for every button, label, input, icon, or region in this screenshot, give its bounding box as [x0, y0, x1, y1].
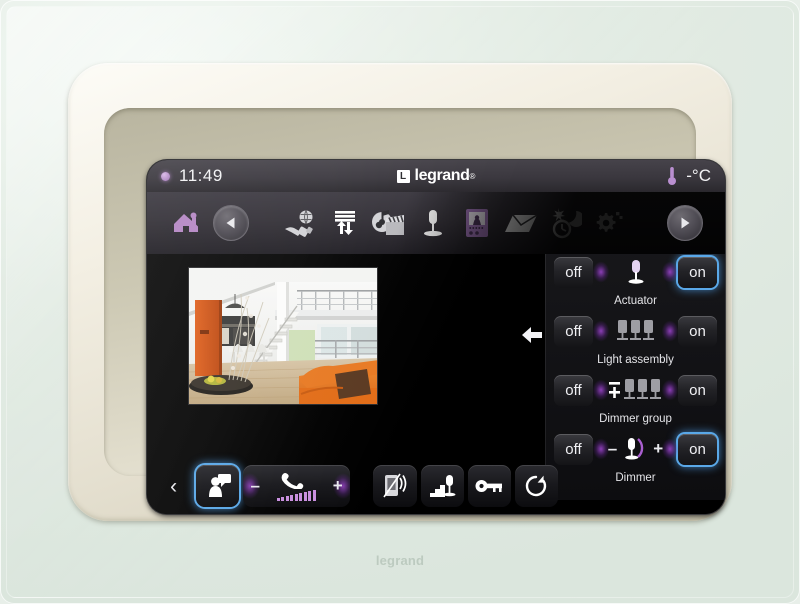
back-chevron-button[interactable]: ‹	[155, 465, 192, 507]
actuator-icon-area	[593, 254, 678, 290]
faceplate-brand-watermark: legrand	[375, 553, 425, 568]
messages-icon	[505, 214, 538, 232]
dimmer-label: Dimmer	[615, 472, 656, 484]
temperature-value: -°C	[686, 166, 711, 185]
top-toolbar-item[interactable]	[411, 208, 455, 238]
back-chevron-icon: ‹	[170, 474, 178, 498]
actuator-off-button[interactable]: off	[554, 256, 593, 288]
scenario-timer-icon	[552, 208, 582, 239]
control-row: off on	[554, 253, 717, 291]
actuator-label: Actuator	[614, 295, 657, 307]
light-assembly-icon-area	[593, 313, 678, 349]
clock-display: 11:49	[179, 166, 223, 185]
trademark-symbol: ®	[469, 171, 476, 181]
light-assembly-label: Light assembly	[597, 354, 674, 366]
multimedia-icon	[372, 210, 404, 235]
dimmer-off-button[interactable]: off	[554, 433, 593, 465]
status-dot-icon	[161, 171, 170, 181]
handset-icon	[281, 472, 304, 489]
temperature-readout: -°C	[667, 166, 711, 186]
brand-logo: L legrand ®	[147, 160, 725, 192]
control-row: off on	[554, 312, 717, 350]
volume-bars	[276, 489, 316, 501]
dimmer-group-off-button[interactable]: off	[554, 374, 593, 406]
settings-gear-icon	[596, 212, 623, 232]
stair-light-button[interactable]	[420, 465, 464, 507]
dimmer-on-button[interactable]: on	[678, 433, 717, 465]
loft-interior-photo	[189, 268, 377, 404]
dimmer-group-icon-area	[593, 372, 678, 408]
intercom-unit-icon	[466, 209, 488, 237]
data-transfer-icon	[335, 211, 355, 235]
top-toolbar-item[interactable]	[543, 207, 587, 239]
volume-decrease-button[interactable]: –	[250, 476, 259, 496]
bottom-toolbar: ‹ – +	[147, 458, 558, 514]
stair-light-icon	[430, 475, 456, 497]
top-toolbar-item[interactable]	[165, 210, 209, 236]
mute-call-button[interactable]	[373, 465, 417, 507]
triangle-right-icon	[681, 217, 690, 229]
cycle-camera-button[interactable]	[514, 465, 558, 507]
lamp-icon	[628, 260, 643, 284]
dimmer-decrease-button[interactable]: –	[608, 439, 617, 459]
top-toolbar-item[interactable]	[587, 209, 631, 237]
device-faceplate: legrand 11:49 L legrand ® -°C off on Act…	[0, 0, 800, 604]
control-row: off – + on	[554, 430, 717, 468]
triangle-left-icon	[226, 217, 235, 229]
back-button[interactable]	[213, 205, 249, 241]
thermometer-icon	[668, 167, 677, 185]
touchscreen-display: 11:49 L legrand ® -°C off on Actuator of…	[147, 160, 725, 514]
dimmer-group-on-button[interactable]: on	[678, 374, 717, 406]
dimmer-group-icon	[608, 379, 661, 399]
volume-increase-button[interactable]: +	[333, 476, 343, 496]
top-toolbar-item[interactable]	[323, 209, 367, 237]
intercom-talk-button[interactable]	[196, 465, 240, 507]
top-toolbar	[147, 192, 725, 254]
legrand-mark-icon: L	[396, 169, 410, 183]
light-assembly-off-button[interactable]: off	[554, 315, 593, 347]
top-toolbar-item[interactable]	[279, 209, 323, 237]
light-assembly-on-button[interactable]: on	[678, 315, 717, 347]
bezel-inner-lip: 11:49 L legrand ® -°C off on Actuator of…	[104, 108, 725, 514]
cycle-arrow-icon	[526, 475, 547, 497]
top-toolbar-item[interactable]	[209, 205, 253, 241]
home-icon	[174, 212, 198, 232]
lighting-icon	[424, 210, 442, 237]
dimmer-lamp-icon	[625, 438, 644, 460]
device-bezel: 11:49 L legrand ® -°C off on Actuator of…	[68, 63, 732, 521]
top-toolbar-item[interactable]	[455, 208, 499, 238]
key-icon	[475, 480, 503, 492]
top-toolbar-item[interactable]	[663, 205, 707, 241]
dimmer-increase-button[interactable]: +	[653, 439, 663, 459]
status-bar: 11:49 L legrand ® -°C	[147, 160, 725, 192]
forward-button[interactable]	[667, 205, 703, 241]
door-lock-button[interactable]	[467, 465, 511, 507]
handset-mute-icon	[383, 473, 407, 498]
lamp-group-icon	[616, 320, 654, 340]
main-content-area: off on Actuator off on Light assembly of…	[147, 242, 725, 514]
control-row: off on	[554, 371, 717, 409]
volume-level-indicator	[276, 472, 316, 501]
legrand-wordmark: legrand	[414, 167, 470, 184]
actuator-on-button[interactable]: on	[678, 256, 717, 288]
network-plug-icon	[285, 210, 313, 237]
top-toolbar-item[interactable]	[499, 210, 543, 236]
lighting-control-panel: off on Actuator off on Light assembly of…	[545, 242, 725, 500]
arrow-left-icon	[522, 327, 542, 343]
top-toolbar-item[interactable]	[367, 208, 411, 238]
dimmer-group-label: Dimmer group	[599, 413, 672, 425]
person-speech-icon	[208, 474, 231, 497]
volume-control[interactable]: – +	[243, 465, 350, 507]
dimmer-icon-area: – +	[593, 431, 678, 467]
dpad-left-button[interactable]	[521, 324, 543, 346]
camera-live-view[interactable]	[188, 267, 378, 405]
